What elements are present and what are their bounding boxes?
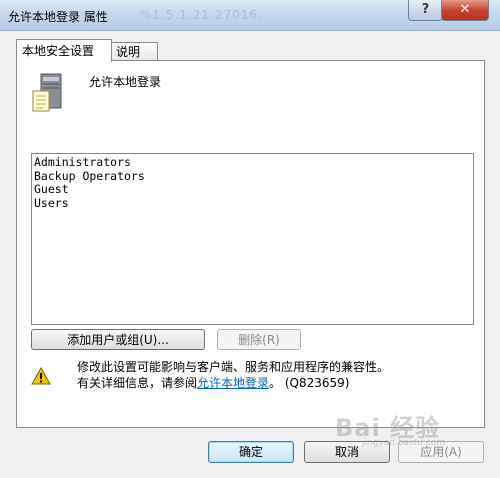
remove-button[interactable]: 删除(R) <box>217 329 301 350</box>
server-document-icon <box>32 73 62 112</box>
list-item[interactable]: Backup Operators <box>32 169 473 184</box>
window-title: 允许本地登录 属性 <box>8 10 108 24</box>
tab-local-security-setting[interactable]: 本地安全设置 <box>16 39 112 62</box>
warning-line-1: 修改此设置可能影响与客户端、服务和应用程序的兼容性。 <box>77 360 390 374</box>
list-item[interactable]: Guest <box>32 182 473 197</box>
members-list[interactable]: Administrators Backup Operators Guest Us… <box>31 153 474 325</box>
tab-explain[interactable]: 说明 <box>110 42 158 61</box>
list-item[interactable]: Users <box>32 196 473 211</box>
title-ghost-text: %1.5.1.21.27016. <box>140 8 263 22</box>
warning-line-2-suffix: 。 (Q823659) <box>269 376 350 390</box>
ok-button[interactable]: 确定 <box>208 441 294 463</box>
baidu-watermark-url: jingyan.baidu.com <box>362 438 446 448</box>
list-item[interactable]: Administrators <box>32 155 473 170</box>
policy-help-link[interactable]: 允许本地登录 <box>197 376 269 390</box>
warning-icon <box>31 367 51 385</box>
add-user-or-group-button[interactable]: 添加用户或组(U)... <box>31 329 205 350</box>
close-button[interactable]: ✕ <box>441 0 489 21</box>
compatibility-warning: 修改此设置可能影响与客户端、服务和应用程序的兼容性。 有关详细信息，请参阅允许本… <box>77 359 477 391</box>
policy-name: 允许本地登录 <box>89 75 162 89</box>
help-button[interactable]: ? <box>408 0 443 21</box>
warning-line-2: 有关详细信息，请参阅允许本地登录。 (Q823659) <box>77 375 477 391</box>
title-bar: 允许本地登录 属性 %1.5.1.21.27016. ? ✕ <box>0 0 500 31</box>
tab-panel: 允许本地登录 Administrators Backup Operators G… <box>16 60 485 428</box>
warning-line-2-prefix: 有关详细信息，请参阅 <box>77 376 198 390</box>
